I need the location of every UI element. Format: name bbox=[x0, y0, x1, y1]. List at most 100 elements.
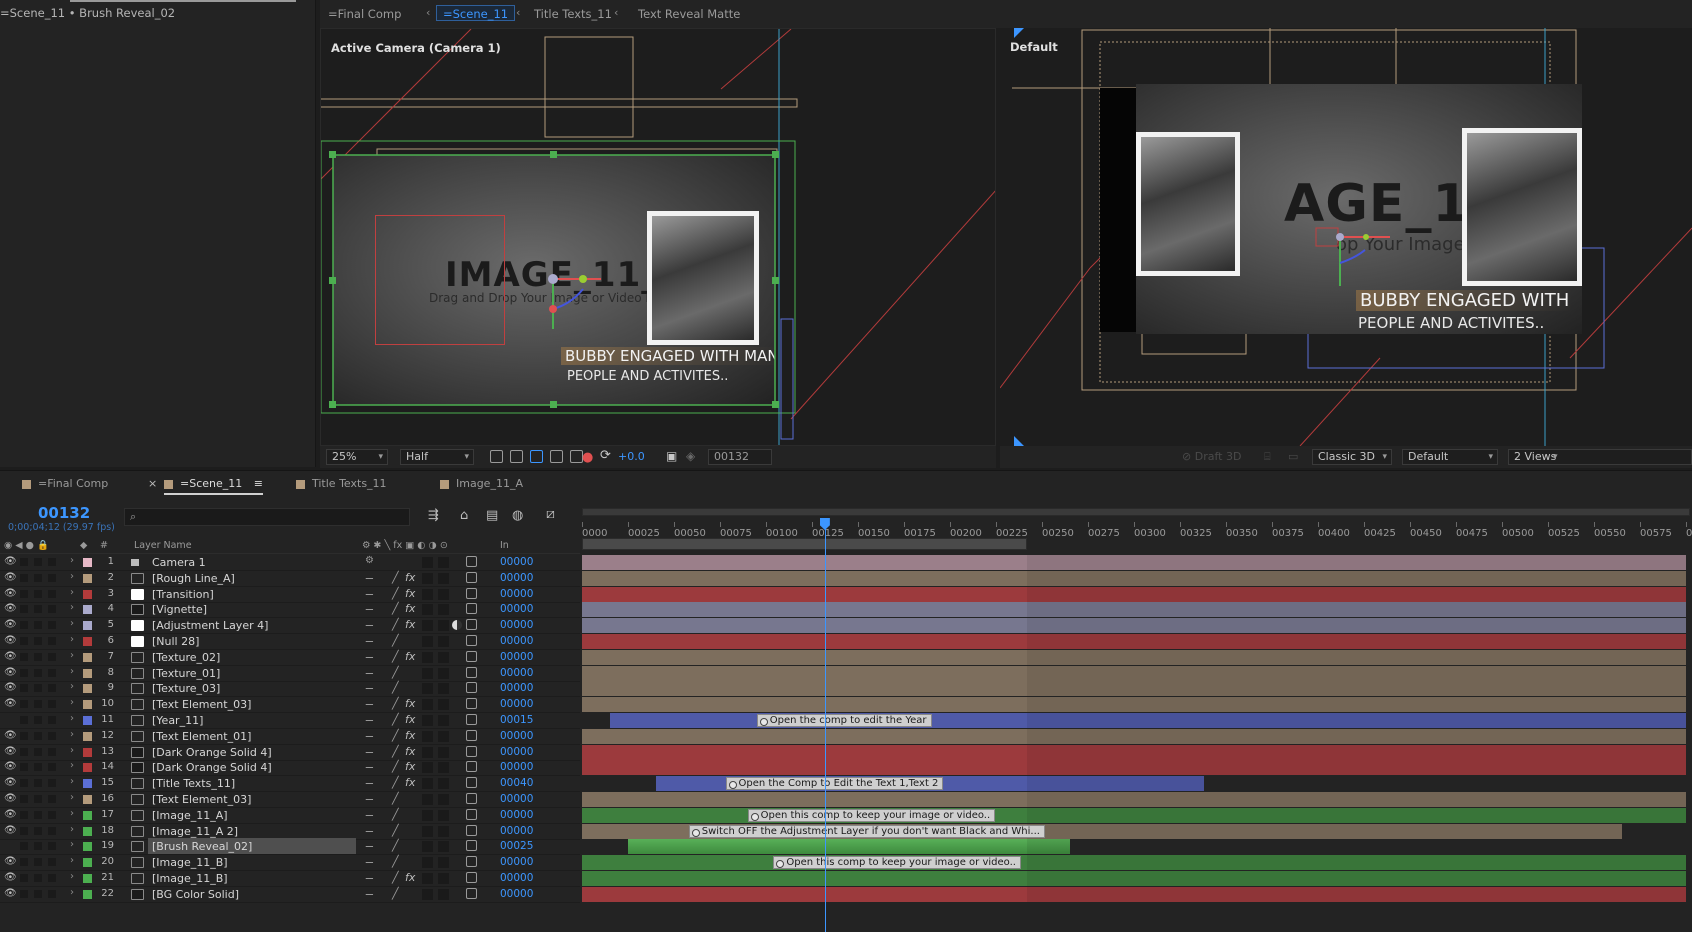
solo-toggle[interactable] bbox=[34, 668, 42, 677]
expand-chevron-icon[interactable]: › bbox=[70, 681, 74, 692]
layer-name[interactable]: [BG Color Solid] bbox=[152, 888, 239, 901]
expand-chevron-icon[interactable]: › bbox=[70, 839, 74, 850]
layer-name[interactable]: [Dark Orange Solid 4] bbox=[152, 746, 272, 759]
label-color-swatch[interactable] bbox=[83, 558, 92, 567]
label-color-swatch[interactable] bbox=[83, 779, 92, 789]
label-color-swatch[interactable] bbox=[83, 747, 92, 757]
layer-marker-comment[interactable]: Open the comp to edit the Year bbox=[756, 714, 932, 727]
layer-in-point[interactable]: 00000 bbox=[500, 730, 533, 742]
shy-switch-icon[interactable]: ⚊ bbox=[365, 634, 374, 645]
lock-toggle[interactable] bbox=[48, 779, 56, 788]
viewer-tab-final-comp[interactable]: =Final Comp bbox=[328, 6, 401, 22]
lock-toggle[interactable] bbox=[48, 810, 56, 819]
layer-name[interactable]: [Image_11_B] bbox=[152, 872, 228, 885]
effects-switch-icon[interactable]: fx bbox=[405, 697, 415, 710]
layer-name[interactable]: [Rough Line_A] bbox=[152, 572, 235, 585]
expand-chevron-icon[interactable]: › bbox=[70, 887, 74, 898]
shy-switch-icon[interactable]: ⚙ bbox=[365, 555, 374, 566]
panel-scrollbar[interactable] bbox=[0, 0, 296, 2]
effects-switch-icon[interactable]: fx bbox=[405, 602, 415, 615]
layer-in-point[interactable]: 00000 bbox=[500, 698, 533, 710]
label-column-icon[interactable]: ◆ bbox=[80, 540, 87, 551]
expand-chevron-icon[interactable]: › bbox=[70, 713, 74, 724]
solo-toggle[interactable] bbox=[34, 573, 42, 582]
layer-duration-bar[interactable] bbox=[582, 760, 1686, 776]
layer-duration-bar[interactable] bbox=[582, 570, 1686, 586]
layer-duration-bar[interactable]: Open the Comp to Edit the Text 1,Text 2 bbox=[655, 776, 1204, 792]
lock-toggle[interactable] bbox=[48, 668, 56, 677]
motion-blur-switch[interactable] bbox=[438, 572, 449, 584]
layer-marker-comment[interactable]: Switch OFF the Adjustment Layer if you d… bbox=[688, 824, 1045, 838]
expand-chevron-icon[interactable]: › bbox=[70, 571, 74, 582]
layer-row[interactable]: 👁 › 8 [Texture_01] ⚊ ╱ 00000 bbox=[0, 665, 580, 682]
audio-toggle[interactable] bbox=[20, 810, 28, 819]
layer-duration-bar[interactable] bbox=[628, 839, 1070, 855]
layer-in-point[interactable]: 00015 bbox=[500, 714, 533, 726]
frame-blending-icon[interactable]: ▤ bbox=[486, 508, 498, 523]
draft-3d-toggle[interactable]: ⊘ Draft 3D bbox=[1182, 450, 1241, 463]
layer-name[interactable]: [Transition] bbox=[152, 588, 214, 601]
visibility-eye-icon[interactable]: 👁 bbox=[4, 825, 17, 836]
motion-blur-switch[interactable] bbox=[438, 888, 449, 900]
quality-switch-icon[interactable]: ╱ bbox=[392, 855, 399, 868]
quality-switch-icon[interactable]: ╱ bbox=[392, 587, 399, 600]
3d-view-dropdown[interactable]: Default ▾ bbox=[1402, 449, 1498, 465]
motion-blur-switch[interactable] bbox=[438, 873, 449, 884]
effects-switch-icon[interactable]: fx bbox=[405, 618, 415, 631]
lock-toggle[interactable] bbox=[48, 795, 56, 803]
layer-name-column-header[interactable]: Layer Name bbox=[134, 540, 192, 551]
3d-layer-switch-icon[interactable] bbox=[466, 840, 477, 852]
quality-switch-icon[interactable]: ╱ bbox=[392, 650, 399, 663]
label-color-swatch[interactable] bbox=[83, 684, 92, 694]
layer-duration-bar[interactable] bbox=[582, 792, 1686, 807]
zoom-dropdown[interactable]: 25% ▾ bbox=[326, 449, 388, 465]
quality-switch-icon[interactable]: ╱ bbox=[392, 713, 399, 726]
lock-toggle[interactable] bbox=[48, 763, 56, 772]
safe-margins-icon[interactable] bbox=[550, 450, 563, 463]
3d-layer-switch-icon[interactable] bbox=[466, 856, 477, 868]
layer-row[interactable]: 👁 › 6 [Null 28] ⚊ ╱ 00000 bbox=[0, 633, 580, 650]
layer-marker-comment[interactable]: Open this comp to keep your image or vid… bbox=[747, 808, 996, 822]
visibility-eye-icon[interactable]: 👁 bbox=[4, 809, 17, 820]
solo-toggle[interactable] bbox=[34, 637, 42, 645]
expand-chevron-icon[interactable]: › bbox=[70, 824, 74, 835]
work-area-bar[interactable] bbox=[582, 538, 1028, 550]
shy-switch-icon[interactable]: ⚊ bbox=[365, 887, 374, 898]
audio-toggle[interactable] bbox=[20, 889, 28, 898]
solo-toggle[interactable] bbox=[34, 779, 42, 788]
lock-toggle[interactable] bbox=[48, 605, 56, 614]
label-color-swatch[interactable] bbox=[83, 589, 92, 599]
motion-blur-switch[interactable] bbox=[438, 809, 449, 821]
solo-toggle[interactable] bbox=[34, 826, 42, 835]
quality-switch-icon[interactable]: ╱ bbox=[392, 571, 399, 584]
label-color-swatch[interactable] bbox=[83, 810, 92, 820]
quality-switch-icon[interactable]: ╱ bbox=[392, 745, 399, 758]
region-of-interest-icon[interactable] bbox=[490, 450, 503, 463]
effects-switch-icon[interactable]: fx bbox=[405, 571, 415, 584]
switches-column-icons[interactable]: ⚙ ✱ ╲ fx ▣ ◐ ◑ ⊙ bbox=[362, 540, 448, 551]
viewer-tab-text-reveal[interactable]: Text Reveal Matte bbox=[638, 6, 740, 22]
layer-duration-bar[interactable] bbox=[582, 665, 1686, 681]
layer-duration-bar[interactable] bbox=[582, 586, 1686, 602]
expand-chevron-icon[interactable]: › bbox=[70, 555, 74, 566]
quality-switch-icon[interactable]: ╱ bbox=[392, 808, 399, 821]
frame-blend-switch[interactable] bbox=[422, 588, 433, 600]
3d-layer-switch-icon[interactable] bbox=[466, 808, 477, 820]
3d-layer-switch-icon[interactable] bbox=[466, 650, 477, 662]
motion-blur-switch[interactable] bbox=[438, 588, 449, 600]
layer-duration-bar[interactable] bbox=[582, 618, 1686, 634]
solo-toggle[interactable] bbox=[34, 747, 42, 756]
layer-name[interactable]: [Year_11] bbox=[152, 714, 203, 727]
visibility-eye-icon[interactable]: 👁 bbox=[4, 603, 17, 614]
quality-switch-icon[interactable]: ╱ bbox=[392, 792, 399, 805]
label-color-swatch[interactable] bbox=[83, 795, 92, 804]
composition-viewer-active-camera[interactable]: Active Camera (Camera 1) IMAGE_11_B Drag… bbox=[320, 28, 996, 446]
lock-toggle[interactable] bbox=[48, 731, 56, 740]
audio-toggle[interactable] bbox=[20, 637, 28, 645]
camera-snapshot-icon[interactable]: ▣ bbox=[666, 449, 677, 463]
mask-visibility-icon[interactable] bbox=[530, 450, 543, 463]
visibility-eye-icon[interactable]: 👁 bbox=[4, 682, 17, 693]
frame-blend-switch[interactable] bbox=[422, 825, 433, 837]
frame-blend-switch[interactable] bbox=[422, 888, 433, 900]
layer-in-point[interactable]: 00000 bbox=[500, 682, 533, 694]
